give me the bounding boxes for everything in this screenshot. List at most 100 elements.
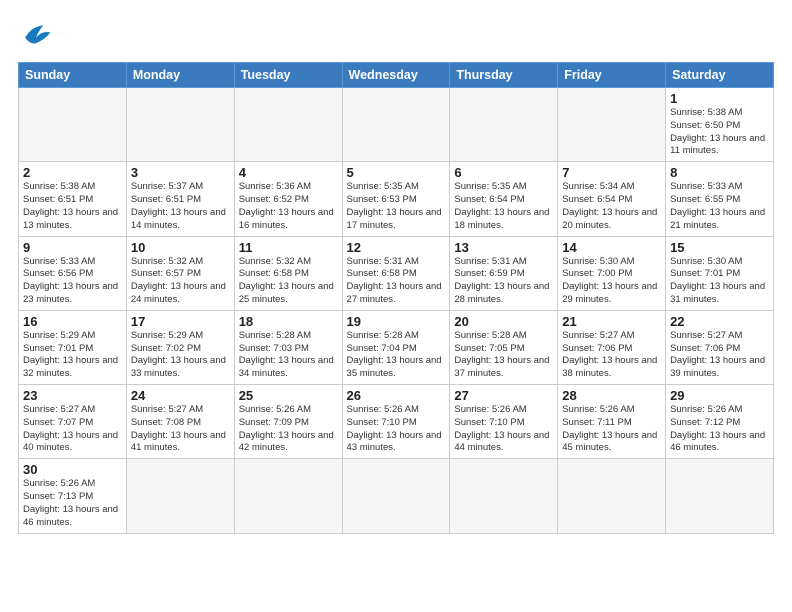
day-number: 29	[670, 388, 769, 403]
day-info: Sunrise: 5:35 AMSunset: 6:54 PMDaylight:…	[454, 181, 553, 232]
week-row-6: 30Sunrise: 5:26 AMSunset: 7:13 PMDayligh…	[19, 459, 774, 533]
day-info: Sunrise: 5:26 AMSunset: 7:11 PMDaylight:…	[562, 404, 661, 455]
calendar-cell: 20Sunrise: 5:28 AMSunset: 7:05 PMDayligh…	[450, 310, 558, 384]
week-row-2: 2Sunrise: 5:38 AMSunset: 6:51 PMDaylight…	[19, 162, 774, 236]
calendar-cell: 12Sunrise: 5:31 AMSunset: 6:58 PMDayligh…	[342, 236, 450, 310]
day-number: 7	[562, 165, 661, 180]
day-number: 14	[562, 240, 661, 255]
day-info: Sunrise: 5:38 AMSunset: 6:50 PMDaylight:…	[670, 107, 769, 158]
weekday-header-row: SundayMondayTuesdayWednesdayThursdayFrid…	[19, 63, 774, 88]
calendar-cell	[558, 88, 666, 162]
day-info: Sunrise: 5:32 AMSunset: 6:58 PMDaylight:…	[239, 256, 338, 307]
day-number: 2	[23, 165, 122, 180]
day-number: 24	[131, 388, 230, 403]
calendar-cell	[450, 88, 558, 162]
day-number: 16	[23, 314, 122, 329]
day-info: Sunrise: 5:32 AMSunset: 6:57 PMDaylight:…	[131, 256, 230, 307]
day-info: Sunrise: 5:26 AMSunset: 7:12 PMDaylight:…	[670, 404, 769, 455]
day-number: 15	[670, 240, 769, 255]
calendar-cell	[558, 459, 666, 533]
day-info: Sunrise: 5:29 AMSunset: 7:01 PMDaylight:…	[23, 330, 122, 381]
day-number: 23	[23, 388, 122, 403]
calendar-cell	[19, 88, 127, 162]
day-info: Sunrise: 5:27 AMSunset: 7:06 PMDaylight:…	[562, 330, 661, 381]
calendar-cell: 17Sunrise: 5:29 AMSunset: 7:02 PMDayligh…	[126, 310, 234, 384]
day-info: Sunrise: 5:33 AMSunset: 6:55 PMDaylight:…	[670, 181, 769, 232]
week-row-1: 1Sunrise: 5:38 AMSunset: 6:50 PMDaylight…	[19, 88, 774, 162]
calendar-cell: 30Sunrise: 5:26 AMSunset: 7:13 PMDayligh…	[19, 459, 127, 533]
day-info: Sunrise: 5:30 AMSunset: 7:01 PMDaylight:…	[670, 256, 769, 307]
calendar-cell: 18Sunrise: 5:28 AMSunset: 7:03 PMDayligh…	[234, 310, 342, 384]
day-info: Sunrise: 5:30 AMSunset: 7:00 PMDaylight:…	[562, 256, 661, 307]
header	[18, 18, 774, 54]
calendar-cell	[234, 88, 342, 162]
weekday-header-friday: Friday	[558, 63, 666, 88]
calendar-cell: 5Sunrise: 5:35 AMSunset: 6:53 PMDaylight…	[342, 162, 450, 236]
day-number: 20	[454, 314, 553, 329]
day-info: Sunrise: 5:26 AMSunset: 7:10 PMDaylight:…	[347, 404, 446, 455]
logo	[18, 18, 60, 54]
calendar-cell: 28Sunrise: 5:26 AMSunset: 7:11 PMDayligh…	[558, 385, 666, 459]
calendar-cell	[234, 459, 342, 533]
calendar-cell: 9Sunrise: 5:33 AMSunset: 6:56 PMDaylight…	[19, 236, 127, 310]
day-info: Sunrise: 5:36 AMSunset: 6:52 PMDaylight:…	[239, 181, 338, 232]
calendar-cell: 3Sunrise: 5:37 AMSunset: 6:51 PMDaylight…	[126, 162, 234, 236]
calendar-cell: 7Sunrise: 5:34 AMSunset: 6:54 PMDaylight…	[558, 162, 666, 236]
day-number: 19	[347, 314, 446, 329]
calendar-cell: 6Sunrise: 5:35 AMSunset: 6:54 PMDaylight…	[450, 162, 558, 236]
day-number: 21	[562, 314, 661, 329]
calendar-cell: 15Sunrise: 5:30 AMSunset: 7:01 PMDayligh…	[666, 236, 774, 310]
day-info: Sunrise: 5:26 AMSunset: 7:09 PMDaylight:…	[239, 404, 338, 455]
day-info: Sunrise: 5:28 AMSunset: 7:03 PMDaylight:…	[239, 330, 338, 381]
day-number: 4	[239, 165, 338, 180]
weekday-header-wednesday: Wednesday	[342, 63, 450, 88]
weekday-header-sunday: Sunday	[19, 63, 127, 88]
day-number: 3	[131, 165, 230, 180]
calendar-cell: 4Sunrise: 5:36 AMSunset: 6:52 PMDaylight…	[234, 162, 342, 236]
week-row-4: 16Sunrise: 5:29 AMSunset: 7:01 PMDayligh…	[19, 310, 774, 384]
calendar-cell	[126, 88, 234, 162]
day-info: Sunrise: 5:33 AMSunset: 6:56 PMDaylight:…	[23, 256, 122, 307]
day-number: 28	[562, 388, 661, 403]
day-info: Sunrise: 5:34 AMSunset: 6:54 PMDaylight:…	[562, 181, 661, 232]
day-number: 11	[239, 240, 338, 255]
weekday-header-monday: Monday	[126, 63, 234, 88]
day-info: Sunrise: 5:27 AMSunset: 7:08 PMDaylight:…	[131, 404, 230, 455]
calendar-cell: 1Sunrise: 5:38 AMSunset: 6:50 PMDaylight…	[666, 88, 774, 162]
calendar-cell	[342, 88, 450, 162]
calendar-cell	[342, 459, 450, 533]
calendar-cell	[126, 459, 234, 533]
calendar-cell: 14Sunrise: 5:30 AMSunset: 7:00 PMDayligh…	[558, 236, 666, 310]
day-info: Sunrise: 5:37 AMSunset: 6:51 PMDaylight:…	[131, 181, 230, 232]
calendar-cell: 10Sunrise: 5:32 AMSunset: 6:57 PMDayligh…	[126, 236, 234, 310]
calendar-cell: 24Sunrise: 5:27 AMSunset: 7:08 PMDayligh…	[126, 385, 234, 459]
calendar-cell: 21Sunrise: 5:27 AMSunset: 7:06 PMDayligh…	[558, 310, 666, 384]
week-row-3: 9Sunrise: 5:33 AMSunset: 6:56 PMDaylight…	[19, 236, 774, 310]
day-number: 12	[347, 240, 446, 255]
day-number: 1	[670, 91, 769, 106]
week-row-5: 23Sunrise: 5:27 AMSunset: 7:07 PMDayligh…	[19, 385, 774, 459]
day-number: 10	[131, 240, 230, 255]
calendar-cell: 16Sunrise: 5:29 AMSunset: 7:01 PMDayligh…	[19, 310, 127, 384]
day-info: Sunrise: 5:27 AMSunset: 7:06 PMDaylight:…	[670, 330, 769, 381]
calendar-cell: 22Sunrise: 5:27 AMSunset: 7:06 PMDayligh…	[666, 310, 774, 384]
day-number: 6	[454, 165, 553, 180]
calendar-cell: 19Sunrise: 5:28 AMSunset: 7:04 PMDayligh…	[342, 310, 450, 384]
calendar-cell: 23Sunrise: 5:27 AMSunset: 7:07 PMDayligh…	[19, 385, 127, 459]
calendar-cell	[666, 459, 774, 533]
weekday-header-tuesday: Tuesday	[234, 63, 342, 88]
day-number: 9	[23, 240, 122, 255]
calendar-cell: 29Sunrise: 5:26 AMSunset: 7:12 PMDayligh…	[666, 385, 774, 459]
calendar-cell: 25Sunrise: 5:26 AMSunset: 7:09 PMDayligh…	[234, 385, 342, 459]
day-number: 8	[670, 165, 769, 180]
day-number: 5	[347, 165, 446, 180]
calendar-cell: 13Sunrise: 5:31 AMSunset: 6:59 PMDayligh…	[450, 236, 558, 310]
page: SundayMondayTuesdayWednesdayThursdayFrid…	[0, 0, 792, 612]
day-info: Sunrise: 5:26 AMSunset: 7:13 PMDaylight:…	[23, 478, 122, 529]
day-number: 22	[670, 314, 769, 329]
weekday-header-saturday: Saturday	[666, 63, 774, 88]
day-info: Sunrise: 5:27 AMSunset: 7:07 PMDaylight:…	[23, 404, 122, 455]
weekday-header-thursday: Thursday	[450, 63, 558, 88]
calendar-cell: 26Sunrise: 5:26 AMSunset: 7:10 PMDayligh…	[342, 385, 450, 459]
day-number: 27	[454, 388, 553, 403]
